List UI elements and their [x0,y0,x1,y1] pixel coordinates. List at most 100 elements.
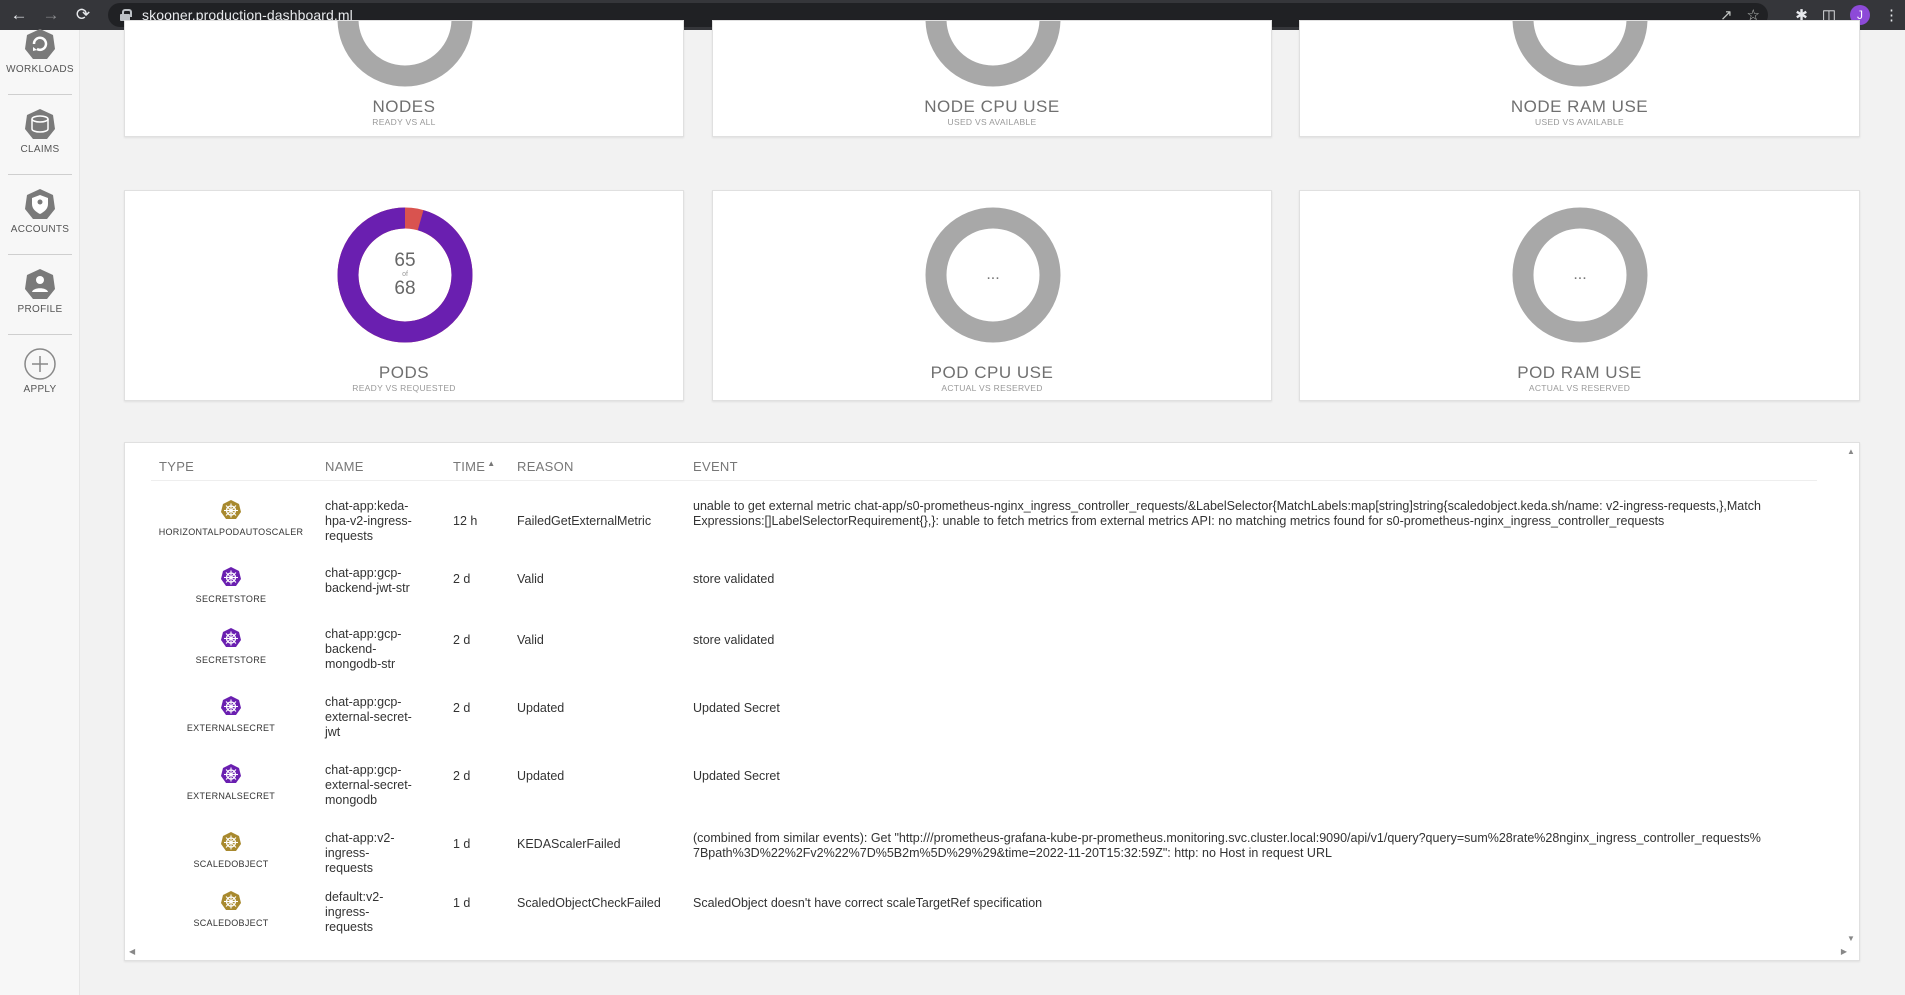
time-cell: 2 d [453,769,471,783]
card-title: NODE RAM USE [1510,97,1649,116]
type-label: HORIZONTALPODAUTOSCALER [158,527,304,537]
event-cell: store validated [693,633,775,647]
card-title: PODS [378,363,430,382]
card-subtitle: USED VS AVAILABLE [1535,117,1624,127]
card-subtitle: USED VS AVAILABLE [947,117,1037,127]
pods-donut-center: 65 of 68 [337,207,473,343]
helm-icon [220,764,242,789]
event-cell: unable to get external metric chat-app/s… [693,499,1761,528]
card-nodes: NODES READY VS ALL [124,20,684,137]
time-cell: 2 d [453,701,471,715]
time-cell: 2 d [453,572,471,586]
column-header-time[interactable]: TIME ▲ [453,459,495,474]
card-title: NODE CPU USE [924,97,1060,116]
name-cell[interactable]: chat-app:keda-hpa-v2-ingress-requests [325,499,417,544]
sidebar-item-apply[interactable]: APPLY [0,346,80,395]
back-icon[interactable]: ← [6,2,32,28]
helm-icon [220,628,242,653]
card-title: POD RAM USE [1517,363,1642,382]
column-header-reason[interactable]: REASON [517,459,574,474]
pod-cpu-donut: ... [925,207,1061,343]
divider [8,94,72,95]
type-label: EXTERNALSECRET [186,791,276,801]
scroll-down-icon[interactable]: ▼ [1847,934,1855,943]
time-cell: 2 d [453,633,471,647]
reason-cell: Updated [517,769,565,783]
scroll-up-icon[interactable]: ▲ [1847,447,1855,456]
event-cell: store validated [693,572,775,586]
nodes-donut [337,21,473,87]
horizontal-scrollbar[interactable]: ◀ ▶ [129,946,1847,958]
column-header-time-label: TIME [453,459,486,474]
type-label: SECRETSTORE [195,655,267,665]
sidebar-item-label: WORKLOADS [6,64,74,75]
card-subtitle: READY VS REQUESTED [352,383,456,393]
name-cell[interactable]: chat-app:gcp-external-secret-mongodb [325,763,417,808]
card-pod-cpu[interactable]: ... POD CPU USE ACTUAL VS RESERVED [712,190,1272,401]
card-subtitle: READY VS ALL [372,117,436,127]
scroll-right-icon[interactable]: ▶ [1841,947,1847,956]
menu-kebab-icon[interactable]: ⋮ [1884,6,1899,24]
name-cell[interactable]: chat-app:v2-ingress-requests [325,831,417,876]
reason-cell: Valid [517,572,544,586]
column-header-type[interactable]: TYPE [159,459,194,474]
name-cell[interactable]: default:v2-ingress-requests [325,890,417,935]
event-cell: Updated Secret [693,701,780,715]
column-header-name[interactable]: NAME [325,459,364,474]
profile-icon [22,266,58,302]
reason-cell: Valid [517,633,544,647]
sidebar-item-claims[interactable]: CLAIMS [0,106,80,155]
sidebar: WORKLOADS CLAIMS ACCOUNTS PROFILE APPLY [0,29,80,995]
card-pod-ram[interactable]: ... POD RAM USE ACTUAL VS RESERVED [1299,190,1860,401]
helm-icon [220,696,242,721]
sidebar-item-label: APPLY [23,384,57,395]
type-label: SCALEDOBJECT [193,918,269,928]
type-label: SECRETSTORE [195,594,267,604]
type-label: EXTERNALSECRET [186,723,276,733]
event-cell: ScaledObject doesn't have correct scaleT… [693,896,1043,910]
card-title: NODES [372,97,436,116]
time-cell: 1 d [453,837,471,851]
scroll-left-icon[interactable]: ◀ [129,947,135,956]
divider [8,174,72,175]
node-cpu-donut [925,21,1061,87]
divider [8,254,72,255]
type-cell: EXTERNALSECRET [151,695,311,733]
vertical-scrollbar[interactable]: ▲ ▼ [1845,447,1857,943]
name-cell[interactable]: chat-app:gcp-external-secret-jwt [325,695,417,740]
events-table: TYPE NAME TIME ▲ REASON EVENT HORIZONTALP… [124,442,1860,961]
sidebar-item-workloads[interactable]: WORKLOADS [0,26,80,75]
card-pods[interactable]: 65 of 68 PODS READY VS REQUESTED [124,190,684,401]
main-content: NODES READY VS ALL NODE CPU USE USED VS … [80,20,1905,995]
pod-ram-donut: ... [1512,207,1648,343]
reason-cell: Updated [517,701,565,715]
warning-helm-icon [220,500,242,525]
type-cell: HORIZONTALPODAUTOSCALER [151,499,311,537]
card-subtitle: ACTUAL VS RESERVED [1528,383,1631,393]
column-header-event[interactable]: EVENT [693,459,738,474]
sidebar-item-profile[interactable]: PROFILE [0,266,80,315]
warning-helm-icon [220,832,242,857]
event-cell: (combined from similar events): Get "htt… [693,831,1761,860]
sidebar-item-label: ACCOUNTS [10,224,70,235]
name-cell[interactable]: chat-app:gcp-backend-jwt-str [325,566,417,596]
name-cell[interactable]: chat-app:gcp-backend-mongodb-str [325,627,417,672]
pod-ram-loading: ... [1573,266,1587,283]
reason-cell: FailedGetExternalMetric [517,514,652,528]
node-ram-donut [1512,21,1648,87]
sidebar-item-label: CLAIMS [20,144,60,155]
card-node-ram: NODE RAM USE USED VS AVAILABLE [1299,20,1860,137]
pod-cpu-loading: ... [986,266,1000,283]
helm-icon [220,567,242,592]
sort-asc-icon: ▲ [487,459,496,468]
pods-donut: 65 of 68 [337,207,473,343]
sidebar-item-accounts[interactable]: ACCOUNTS [0,186,80,235]
type-cell: SECRETSTORE [151,566,311,604]
forward-icon[interactable]: → [38,2,64,28]
reload-icon[interactable]: ⟳ [70,2,96,28]
card-title: POD CPU USE [930,363,1054,382]
reason-cell: ScaledObjectCheckFailed [517,896,661,910]
add-icon [22,346,58,382]
reason-cell: KEDAScalerFailed [517,837,621,851]
time-cell: 12 h [453,514,478,528]
